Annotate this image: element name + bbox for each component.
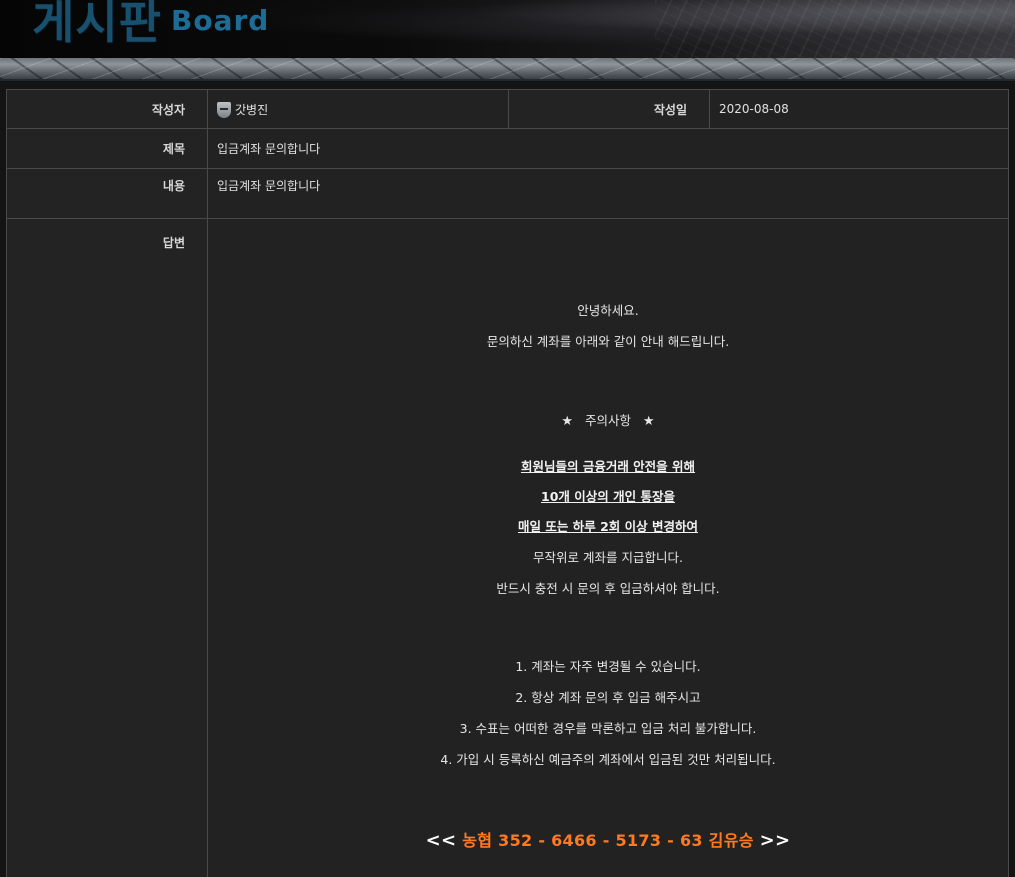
board-title: 게시판 xyxy=(32,0,162,49)
rule-line: 2. 항상 계좌 문의 후 입금 해주시고 xyxy=(515,690,701,705)
stone-divider xyxy=(0,58,1015,81)
info-line: 반드시 충전 시 문의 후 입금하셔야 합니다. xyxy=(496,581,720,596)
close-bracket: >> xyxy=(759,830,791,851)
header-banner: 게시판 Board xyxy=(0,0,1015,58)
warning-line: 매일 또는 하루 2회 이상 변경하여 xyxy=(518,519,698,534)
notice-title: 주의사항 xyxy=(584,413,631,428)
notice-heading: ★ 주의사항 ★ xyxy=(208,405,1008,436)
rule-line: 1. 계좌는 자주 변경될 수 있습니다. xyxy=(515,659,701,674)
bank-account: << 농협 352 - 6466 - 5173 - 63 김유승 >> xyxy=(208,825,1008,856)
rule-line: 3. 수표는 어떠한 경우를 막론하고 입금 처리 불가합니다. xyxy=(459,721,757,736)
star-icon: ★ xyxy=(642,414,655,429)
content-row: 내용 입금계좌 문의합니다 xyxy=(6,168,1009,219)
post-detail-table: 작성자 갓병진 작성일 2020-08-08 제목 입금계좌 문의합니다 내용 … xyxy=(6,89,1009,877)
post-date: 2020-08-08 xyxy=(709,89,1009,129)
date-label: 작성일 xyxy=(508,89,710,129)
reply-cell: 안녕하세요. 문의하신 계좌를 아래와 같이 안내 해드립니다. ★ 주의사항 … xyxy=(207,218,1009,877)
reply-greeting: 안녕하세요. xyxy=(577,303,639,318)
author-cell: 갓병진 xyxy=(207,89,509,129)
author-row: 작성자 갓병진 작성일 2020-08-08 xyxy=(6,89,1009,129)
star-icon: ★ xyxy=(561,414,574,429)
content-label: 내용 xyxy=(6,168,208,219)
subject-row: 제목 입금계좌 문의합니다 xyxy=(6,128,1009,169)
reply-intro: 문의하신 계좌를 아래와 같이 안내 해드립니다. xyxy=(486,334,730,349)
page: 게시판 Board 작성자 갓병진 작성일 2020-08-08 제목 입금계좌… xyxy=(0,0,1015,877)
rule-line: 4. 가입 시 등록하신 예금주의 계좌에서 입금된 것만 처리됩니다. xyxy=(440,752,776,767)
reply-body: 안녕하세요. 문의하신 계좌를 아래와 같이 안내 해드립니다. ★ 주의사항 … xyxy=(208,219,1008,856)
reply-row: 답변 안녕하세요. 문의하신 계좌를 아래와 같이 안내 해드립니다. ★ 주의… xyxy=(6,218,1009,877)
warning-line: 10개 이상의 개인 통장을 xyxy=(541,489,675,504)
warning-line: 회원님들의 금융거래 안전을 위해 xyxy=(520,459,696,474)
open-bracket: << xyxy=(425,830,457,851)
author-name[interactable]: 갓병진 xyxy=(235,101,268,118)
board-subtitle: Board xyxy=(171,4,270,37)
author-label: 작성자 xyxy=(6,89,208,129)
account-number: 농협 352 - 6466 - 5173 - 63 김유승 xyxy=(462,831,754,850)
info-line: 무작위로 계좌를 지급합니다. xyxy=(533,550,683,565)
stadium-photo xyxy=(655,0,1015,58)
subject-label: 제목 xyxy=(6,128,208,169)
reply-label: 답변 xyxy=(6,218,208,877)
rank-badge-icon xyxy=(217,102,231,118)
post-content: 입금계좌 문의합니다 xyxy=(207,168,1009,219)
post-subject: 입금계좌 문의합니다 xyxy=(207,128,1009,169)
